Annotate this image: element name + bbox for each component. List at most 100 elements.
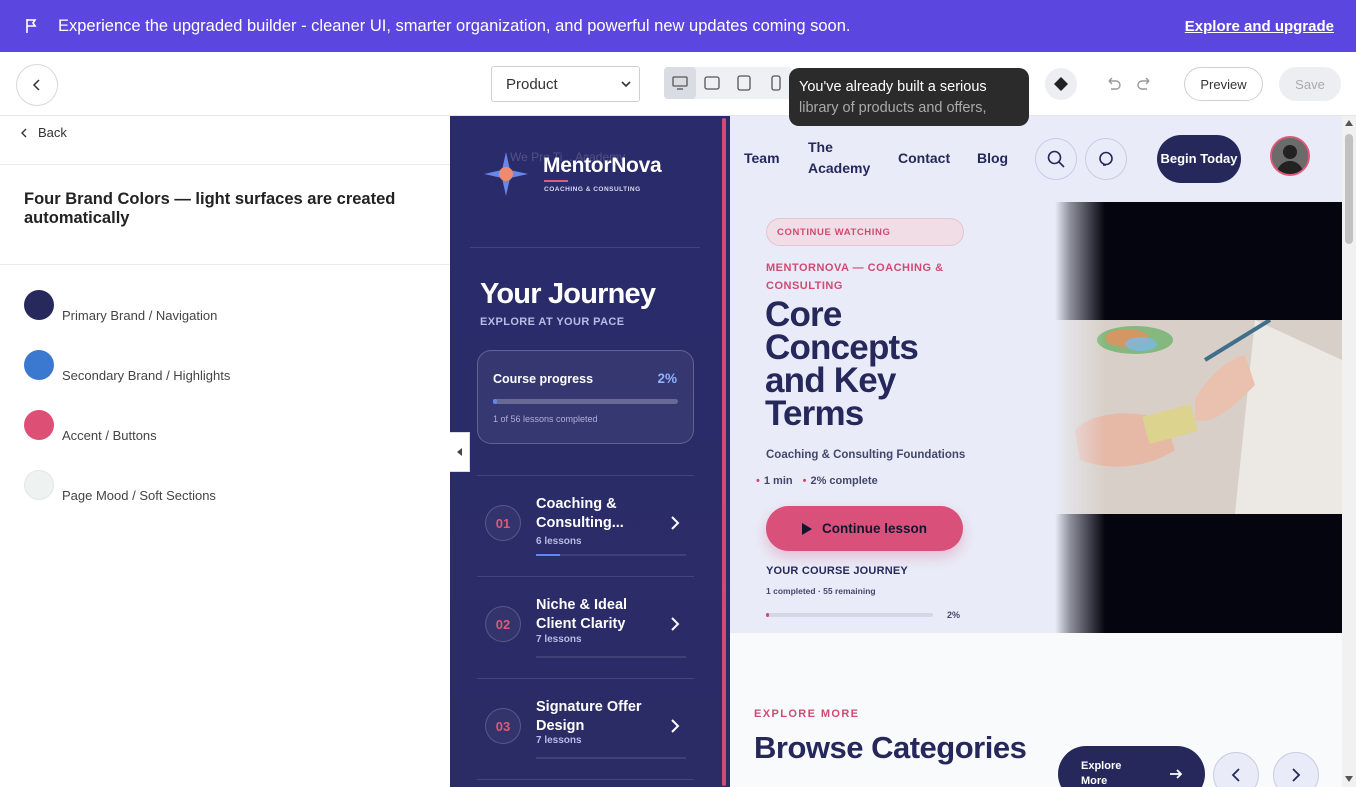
nav-link-contact[interactable]: Contact	[898, 148, 950, 169]
continue-lesson-label: Continue lesson	[821, 521, 927, 536]
lesson-title: Core Concepts and Key Terms	[765, 295, 919, 433]
search-icon	[1047, 150, 1065, 168]
site-nav: Team The Academy Contact Blog Begin Toda…	[730, 116, 1342, 202]
module-item[interactable]: 01 Coaching & Consulting... 6 lessons	[477, 481, 694, 581]
canvas-scrollbar[interactable]	[1342, 116, 1356, 787]
redo-button[interactable]	[1136, 74, 1154, 97]
brand-name: MentorNova	[543, 154, 662, 177]
color-label-primary: Primary Brand / Navigation	[62, 308, 218, 323]
carousel-next-button[interactable]	[1273, 752, 1319, 787]
settings-panel: Back Four Brand Colors — light surfaces …	[0, 116, 450, 787]
lesson-complete-item: • 2% complete	[802, 475, 878, 487]
mobile-icon	[771, 75, 781, 91]
tablet-portrait-view-button[interactable]	[728, 67, 760, 99]
upgrade-banner: Experience the upgraded builder - cleane…	[0, 0, 1356, 52]
course-journey-title: YOUR COURSE JOURNEY	[766, 565, 908, 577]
arrow-right-icon	[1170, 769, 1183, 779]
chevron-left-icon	[21, 128, 27, 137]
ai-assistant-button[interactable]	[1045, 68, 1077, 100]
continue-watching-chip: CONTINUE WATCHING	[766, 218, 964, 246]
module-progress-bar	[536, 757, 686, 759]
course-journey-bar	[766, 613, 933, 617]
hero-image-fade	[1055, 202, 1105, 633]
color-swatch-secondary[interactable]	[24, 350, 54, 380]
lesson-duration-item: • 1 min	[756, 475, 793, 487]
page-canvas: We Pro Ti... Academy MentorNova COACHING…	[450, 116, 1356, 787]
divider	[477, 779, 694, 780]
collapse-panel-toggle[interactable]	[450, 432, 470, 472]
divider	[0, 164, 450, 165]
caret-left-icon	[456, 448, 462, 456]
module-item[interactable]: 03 Signature Offer Design 7 lessons	[477, 684, 694, 784]
desktop-view-button[interactable]	[664, 67, 696, 99]
panel-back-link[interactable]: Back	[20, 125, 67, 140]
lesson-course-name: Coaching & Consulting Foundations	[766, 449, 966, 461]
divider	[470, 247, 700, 248]
color-swatch-primary[interactable]	[24, 290, 54, 320]
tablet-landscape-view-button[interactable]	[696, 67, 728, 99]
brand-tagline: COACHING & CONSULTING	[544, 186, 641, 193]
color-row-mood[interactable]: Page Mood / Soft Sections	[24, 470, 216, 503]
module-item[interactable]: 02 Niche & Ideal Client Clarity 7 lesson…	[477, 582, 694, 682]
tablet-portrait-icon	[737, 75, 751, 91]
nav-link-team[interactable]: Team	[744, 148, 780, 169]
color-swatch-mood[interactable]	[24, 470, 54, 500]
course-sidebar: We Pro Ti... Academy MentorNova COACHING…	[450, 116, 730, 787]
course-progress-card: Course progress 2% 1 of 56 lessons compl…	[477, 350, 694, 444]
tooltip-line-1: You've already built a serious	[799, 79, 987, 95]
divider	[477, 475, 694, 476]
nav-link-academy[interactable]: The Academy	[808, 137, 872, 179]
lesson-meta: • 1 min • 2% complete	[756, 475, 878, 487]
desktop-icon	[672, 76, 688, 90]
chevron-right-icon	[669, 616, 681, 637]
color-row-accent[interactable]: Accent / Buttons	[24, 410, 157, 443]
continue-lesson-button[interactable]: Continue lesson	[766, 506, 963, 551]
module-number: 03	[485, 708, 521, 744]
divider	[0, 264, 450, 265]
device-switcher	[664, 67, 792, 99]
chevron-right-icon	[669, 718, 681, 739]
color-row-secondary[interactable]: Secondary Brand / Highlights	[24, 350, 231, 383]
back-button[interactable]	[16, 64, 58, 106]
avatar[interactable]	[1270, 136, 1310, 176]
journey-title: Your Journey	[480, 278, 656, 310]
chevron-right-icon	[1292, 768, 1301, 782]
tooltip-line-2: library of products and offers,	[799, 100, 987, 116]
module-progress-fill	[536, 554, 560, 556]
lesson-eyebrow: MENTORNOVA — COACHING & CONSULTING	[766, 262, 944, 292]
lesson-hero: Team The Academy Contact Blog Begin Toda…	[730, 116, 1342, 633]
carousel-prev-button[interactable]	[1213, 752, 1259, 787]
color-label-secondary: Secondary Brand / Highlights	[62, 368, 231, 383]
course-progress-fill	[493, 399, 497, 404]
course-progress-label: Course progress	[493, 372, 594, 386]
undo-icon	[1108, 77, 1121, 90]
lesson-complete: 2% complete	[810, 475, 878, 487]
explore-more-label: Explore More	[1081, 760, 1122, 787]
explore-upgrade-link[interactable]: Explore and upgrade	[1185, 18, 1334, 35]
begin-today-button[interactable]: Begin Today	[1157, 135, 1241, 183]
module-title: Niche & Ideal Client Clarity	[536, 597, 628, 632]
course-progress-bar	[493, 399, 678, 404]
explore-section: EXPLORE MORE Browse Categories Explore M…	[730, 633, 1342, 787]
flag-icon	[22, 16, 42, 36]
save-button[interactable]: Save	[1279, 67, 1341, 101]
chat-button[interactable]	[1085, 138, 1127, 180]
explore-more-button[interactable]: Explore More	[1058, 746, 1205, 787]
color-swatch-accent[interactable]	[24, 410, 54, 440]
panel-back-label: Back	[38, 125, 67, 140]
mobile-view-button[interactable]	[760, 67, 792, 99]
scroll-up-icon	[1345, 120, 1353, 126]
chevron-left-icon	[1231, 768, 1240, 782]
color-row-primary[interactable]: Primary Brand / Navigation	[24, 290, 218, 323]
sidebar-scrollbar[interactable]	[722, 118, 726, 786]
nav-link-blog[interactable]: Blog	[977, 148, 1008, 169]
divider	[477, 576, 694, 577]
page-select[interactable]: Product	[491, 66, 640, 102]
scrollbar-thumb[interactable]	[1345, 134, 1353, 244]
preview-button[interactable]: Preview	[1184, 67, 1263, 101]
ai-tooltip: You've already built a serious library o…	[789, 68, 1029, 126]
undo-button[interactable]	[1104, 74, 1122, 97]
module-lessons: 7 lessons	[536, 735, 582, 746]
search-button[interactable]	[1035, 138, 1077, 180]
brand-underline	[544, 180, 568, 182]
